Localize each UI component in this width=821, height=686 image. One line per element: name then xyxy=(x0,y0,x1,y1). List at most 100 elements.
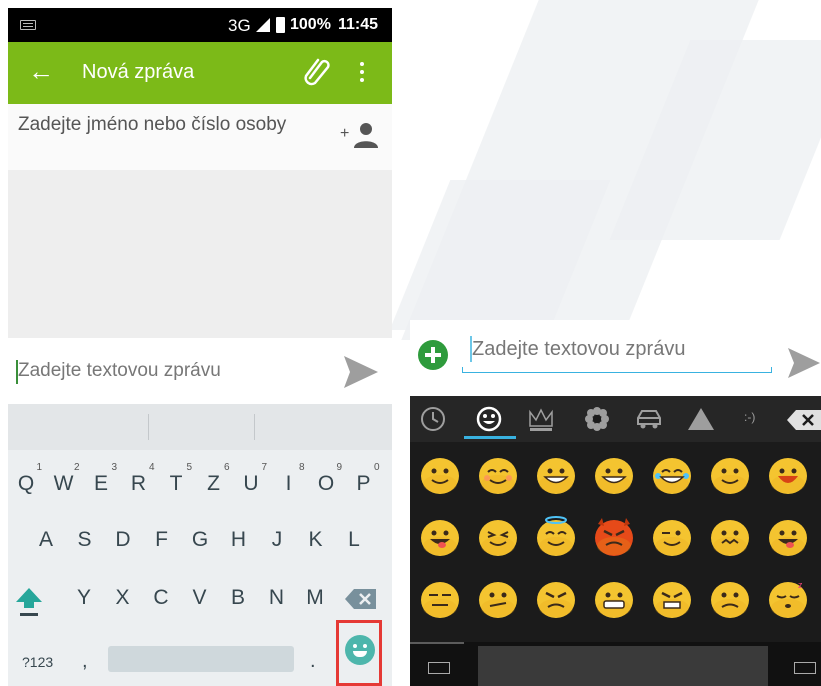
key-label: Z xyxy=(207,472,220,495)
more-options-icon[interactable] xyxy=(360,62,364,84)
key-u[interactable]: U7 xyxy=(237,462,267,496)
emoji-squint-smile[interactable] xyxy=(476,516,520,558)
recipient-field[interactable]: Zadejte jméno nebo číslo osoby + xyxy=(8,104,392,170)
key-label: U xyxy=(243,472,259,495)
smiley-icon[interactable] xyxy=(474,404,504,434)
add-contact-icon[interactable]: + xyxy=(340,120,380,152)
key-l[interactable]: L xyxy=(340,528,368,552)
keyboard-icon xyxy=(20,20,36,30)
signal-icon xyxy=(256,18,270,32)
keyboard-row-1: Q1W2E3R4T5Z6U7I8O9P0 xyxy=(8,462,392,508)
keyboard-switch-icon[interactable] xyxy=(428,662,450,674)
key-j[interactable]: J xyxy=(263,528,291,552)
emoji-furious[interactable] xyxy=(650,578,694,620)
car-icon[interactable] xyxy=(634,404,664,434)
emoticon-icon[interactable]: :-) xyxy=(744,410,774,440)
emoji-wink[interactable] xyxy=(650,516,694,558)
key-w[interactable]: W2 xyxy=(50,462,80,496)
key-o[interactable]: O9 xyxy=(312,462,342,496)
key-m[interactable]: M xyxy=(301,586,329,610)
key-b[interactable]: B xyxy=(224,586,252,610)
send-icon[interactable] xyxy=(786,346,821,380)
back-arrow-icon[interactable]: ← xyxy=(28,56,54,86)
key-y[interactable]: Y xyxy=(70,586,98,610)
key-hint: 0 xyxy=(373,462,380,473)
key-label: L xyxy=(348,528,360,551)
emoji-smile[interactable] xyxy=(418,454,462,496)
key-s[interactable]: S xyxy=(71,528,99,552)
message-input-right[interactable]: Zadejte textovou zprávu xyxy=(472,338,685,361)
emoji-sleepy[interactable]: z xyxy=(766,578,810,620)
emoji-angry-devil[interactable] xyxy=(592,516,636,558)
triangle-icon[interactable] xyxy=(686,404,716,434)
emoji-tongue[interactable] xyxy=(766,516,810,558)
emoji-grin-teeth[interactable] xyxy=(592,454,636,496)
add-attachment-icon[interactable] xyxy=(418,340,448,370)
suggestion-strip xyxy=(8,404,392,450)
emoji-expressionless[interactable] xyxy=(418,578,462,620)
backspace-icon[interactable] xyxy=(344,588,378,610)
spacebar[interactable] xyxy=(108,646,294,672)
emoji-confused[interactable] xyxy=(476,578,520,620)
comma-key[interactable]: , xyxy=(82,650,88,673)
emoji-tongue-wink[interactable] xyxy=(418,516,462,558)
key-label: X xyxy=(115,586,130,609)
key-x[interactable]: X xyxy=(109,586,137,610)
key-z[interactable]: Z6 xyxy=(200,462,229,496)
period-key[interactable]: . xyxy=(310,650,316,673)
emoji-sad[interactable] xyxy=(708,578,752,620)
emoji-laugh-tears[interactable] xyxy=(650,454,694,496)
key-c[interactable]: C xyxy=(147,586,175,610)
message-input[interactable]: Zadejte textovou zprávu xyxy=(18,360,221,382)
emoji-halo[interactable] xyxy=(534,516,578,558)
battery-icon xyxy=(276,17,285,33)
network-type: 3G xyxy=(228,16,251,35)
emoji-worried-bite[interactable] xyxy=(708,516,752,558)
key-d[interactable]: D xyxy=(109,528,137,552)
key-q[interactable]: Q1 xyxy=(12,462,42,496)
key-label: V xyxy=(192,586,207,609)
app-bar: ← Nová zpráva xyxy=(8,42,392,104)
message-compose-bar: Zadejte textovou zprávu xyxy=(8,338,392,404)
emoji-laugh-open[interactable] xyxy=(766,454,810,496)
status-bar: 3G 100% 11:45 xyxy=(8,8,392,42)
key-n[interactable]: N xyxy=(263,586,291,610)
flower-icon[interactable] xyxy=(582,404,612,434)
emoji-smiley[interactable] xyxy=(708,454,752,496)
key-p[interactable]: P0 xyxy=(350,462,379,496)
shift-icon[interactable] xyxy=(14,586,44,618)
key-label: F xyxy=(155,528,168,551)
key-r[interactable]: R4 xyxy=(125,462,155,496)
emoji-category-bar: :-) xyxy=(410,396,821,442)
emoji-blush[interactable] xyxy=(476,454,520,496)
recent-icon[interactable] xyxy=(418,404,448,434)
backspace-icon[interactable] xyxy=(786,409,821,431)
key-g[interactable]: G xyxy=(186,528,214,552)
emoji-grin[interactable] xyxy=(534,454,578,496)
battery-percent: 100% xyxy=(290,16,331,33)
page-title: Nová zpráva xyxy=(82,61,195,83)
emoji-grimace[interactable] xyxy=(592,578,636,620)
key-i[interactable]: I8 xyxy=(275,462,305,496)
key-label: N xyxy=(268,586,285,609)
key-t[interactable]: T5 xyxy=(162,462,192,496)
attach-icon[interactable] xyxy=(300,54,334,88)
send-icon[interactable] xyxy=(342,354,380,390)
key-label: S xyxy=(77,528,92,551)
emoji-angry[interactable] xyxy=(534,578,578,620)
spacebar[interactable] xyxy=(478,646,768,686)
left-phone-screen: 3G 100% 11:45 ← Nová zpráva Zadejte jmén… xyxy=(8,8,392,686)
key-v[interactable]: V xyxy=(186,586,214,610)
key-h[interactable]: H xyxy=(225,528,253,552)
key-label: P xyxy=(356,472,371,495)
svg-text:z: z xyxy=(798,580,803,590)
keyboard-switch-icon[interactable] xyxy=(794,662,816,674)
symbols-key[interactable]: ?123 xyxy=(22,654,53,670)
key-e[interactable]: E3 xyxy=(87,462,117,496)
divider xyxy=(410,642,464,644)
key-a[interactable]: A xyxy=(32,528,60,552)
key-k[interactable]: K xyxy=(302,528,330,552)
crown-icon[interactable] xyxy=(526,404,556,434)
emoji-key-icon[interactable] xyxy=(345,635,375,665)
key-f[interactable]: F xyxy=(148,528,176,552)
